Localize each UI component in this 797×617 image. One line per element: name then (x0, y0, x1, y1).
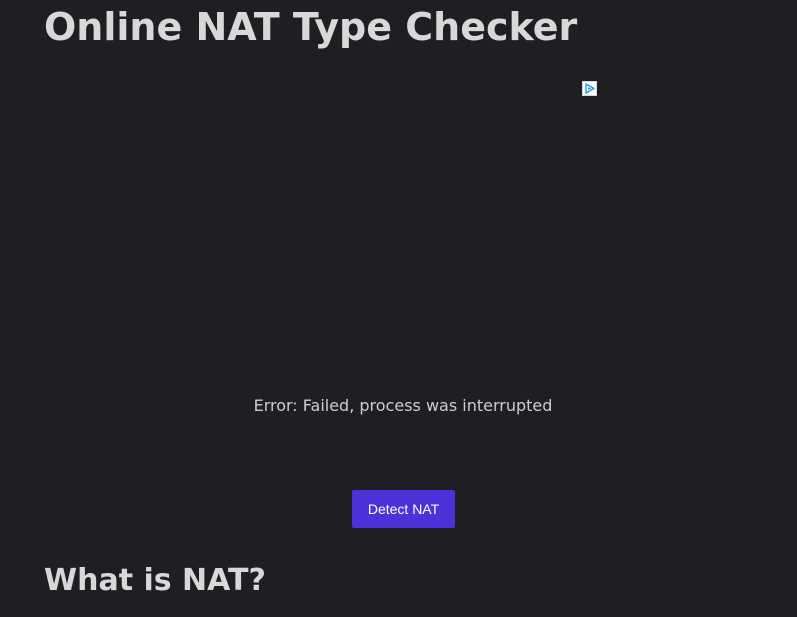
adchoices-icon[interactable] (582, 81, 597, 96)
page-title: Online NAT Type Checker (44, 5, 578, 49)
ad-container (44, 76, 600, 356)
detect-nat-button[interactable]: Detect NAT (352, 490, 455, 528)
play-triangle-icon (585, 83, 595, 94)
section-heading: What is NAT? (44, 563, 266, 598)
status-message: Error: Failed, process was interrupted (253, 396, 553, 415)
